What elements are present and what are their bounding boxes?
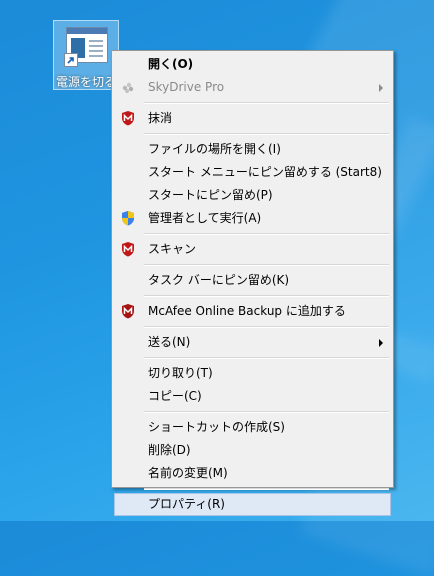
uac-shield-icon [122, 211, 134, 226]
menu-item-skydrive-pro[interactable]: SkyDrive Pro [114, 76, 391, 99]
menu-item-label: タスク バーにピン留め(K) [148, 273, 290, 287]
menu-item-rename[interactable]: 名前の変更(M) [114, 462, 391, 485]
menu-item-properties[interactable]: プロパティ(R) [114, 493, 391, 516]
menu-item-run-as-administrator[interactable]: 管理者として実行(A) [114, 207, 391, 230]
menu-item-label: 管理者として実行(A) [148, 211, 262, 225]
menu-item-shred[interactable]: 抹消 [114, 107, 391, 130]
desktop-shortcut-icon[interactable]: 電源を切る [53, 20, 119, 90]
menu-item-label: ショートカットの作成(S) [148, 420, 285, 434]
menu-item-cut[interactable]: 切り取り(T) [114, 362, 391, 385]
menu-item-label: 開く(O) [148, 57, 194, 71]
skydrive-icon [122, 82, 134, 93]
menu-item-label: プロパティ(R) [148, 497, 225, 511]
menu-item-label: 抹消 [148, 111, 173, 125]
menu-separator [144, 488, 389, 490]
menu-item-label: 削除(D) [148, 443, 191, 457]
menu-item-label: コピー(C) [148, 389, 202, 403]
menu-item-pin-to-taskbar[interactable]: タスク バーにピン留め(K) [114, 269, 391, 292]
menu-separator [144, 133, 389, 135]
mcafee-icon [122, 242, 134, 257]
menu-item-open[interactable]: 開く(O) [114, 53, 391, 76]
menu-item-create-shortcut[interactable]: ショートカットの作成(S) [114, 416, 391, 439]
menu-item-label: スキャン [148, 242, 197, 256]
submenu-arrow-icon [379, 84, 383, 92]
menu-item-label: 送る(N) [148, 335, 191, 349]
menu-item-label: ファイルの場所を開く(I) [148, 142, 281, 156]
mcafee-icon [122, 111, 134, 126]
menu-separator [144, 233, 389, 235]
menu-separator [144, 326, 389, 328]
menu-item-label: スタートにピン留め(P) [148, 188, 273, 202]
menu-separator [144, 411, 389, 413]
menu-item-mcafee-online-backup[interactable]: McAfee Online Backup に追加する [114, 300, 391, 323]
shortcut-arrow-icon [64, 53, 78, 67]
menu-item-send-to[interactable]: 送る(N) [114, 331, 391, 354]
menu-item-label: 名前の変更(M) [148, 466, 228, 480]
menu-separator [144, 357, 389, 359]
menu-item-label: スタート メニューにピン留めする (Start8) [148, 165, 382, 179]
menu-item-pin-to-start-menu-start8[interactable]: スタート メニューにピン留めする (Start8) [114, 161, 391, 184]
menu-item-label: 切り取り(T) [148, 366, 213, 380]
menu-item-pin-to-start[interactable]: スタートにピン留め(P) [114, 184, 391, 207]
menu-item-open-file-location[interactable]: ファイルの場所を開く(I) [114, 138, 391, 161]
desktop-icon-label: 電源を切る [55, 75, 116, 89]
menu-item-label: SkyDrive Pro [148, 80, 225, 94]
context-menu: 開く(O) SkyDrive Pro 抹消 ファイルの場所を開く(I) スタート… [111, 50, 394, 516]
menu-item-scan[interactable]: スキャン [114, 238, 391, 261]
menu-separator [144, 295, 389, 297]
menu-item-delete[interactable]: 削除(D) [114, 439, 391, 462]
menu-item-label: McAfee Online Backup に追加する [148, 304, 346, 318]
mcafee-backup-icon [122, 304, 134, 319]
menu-item-copy[interactable]: コピー(C) [114, 385, 391, 408]
submenu-arrow-icon [379, 339, 383, 347]
menu-separator [144, 264, 389, 266]
menu-separator [144, 102, 389, 104]
